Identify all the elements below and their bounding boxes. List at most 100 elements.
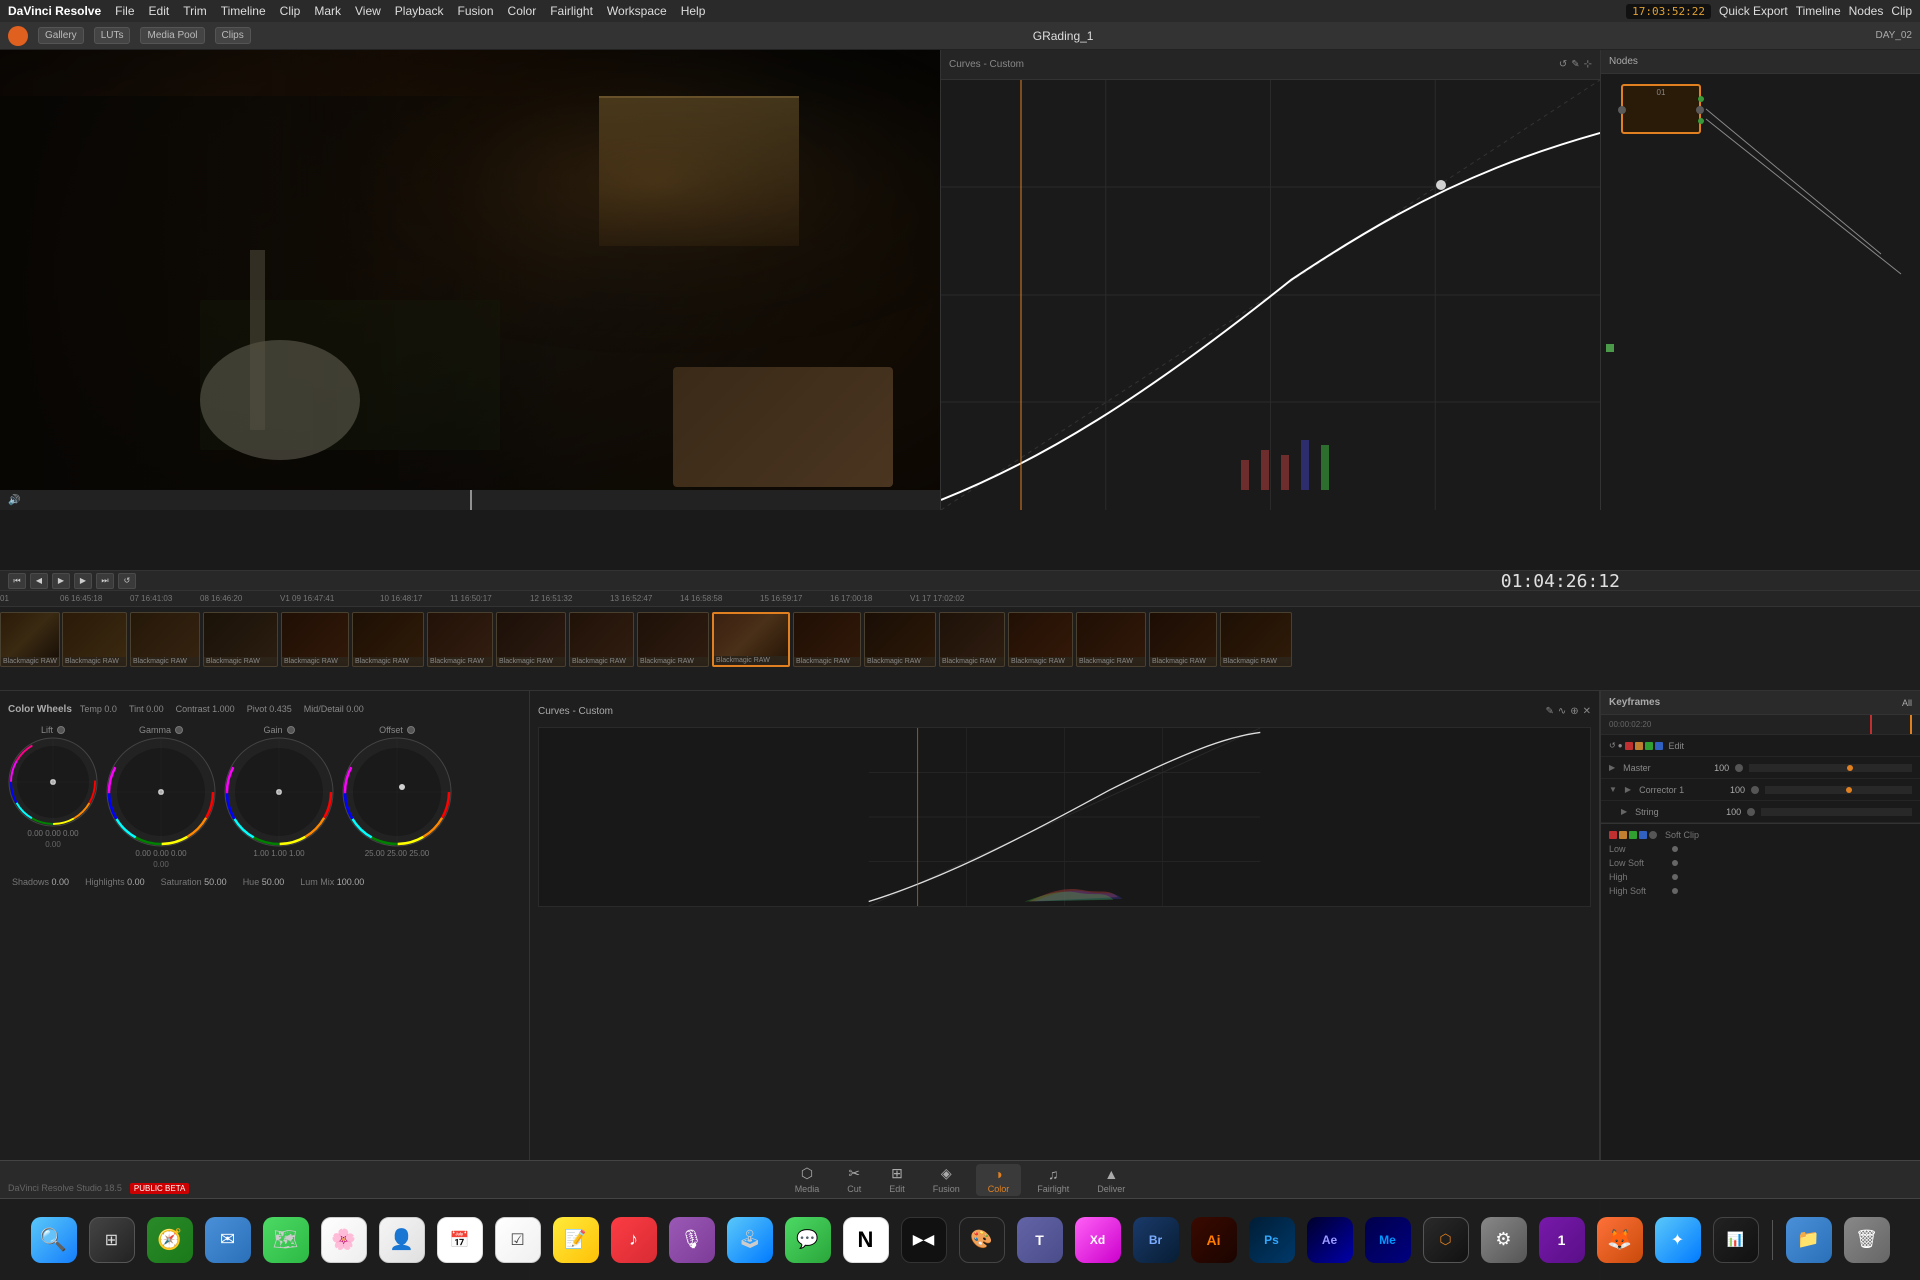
timeline-btn[interactable]: Timeline [1796,4,1841,18]
menu-trim[interactable]: Trim [183,4,207,18]
kf-corrector-dot[interactable] [1751,786,1759,794]
timeline-clip-selected[interactable]: Blackmagic RAW [712,612,790,667]
menu-edit[interactable]: Edit [149,4,170,18]
curve-reset-btn[interactable]: ↺ [1559,59,1567,70]
volume-icon[interactable]: 🔊 [8,495,20,506]
dock-contacts[interactable]: 👤 [376,1214,428,1266]
transport-prev-frame[interactable]: ◀ [30,573,48,589]
dock-mediaencoder[interactable]: Me [1362,1214,1414,1266]
dock-istat[interactable]: 📊 [1710,1214,1762,1266]
dock-figma[interactable]: 🎨 [956,1214,1008,1266]
curve-svg[interactable] [941,80,1600,510]
dock-capcut[interactable]: ▶◀ [898,1214,950,1266]
curve-area[interactable]: Curves - Custom ↺ ✎ ⊹ [940,50,1600,510]
sc-orange-btn[interactable] [1619,831,1627,839]
gain-wheel[interactable] [224,737,334,847]
dock-folder[interactable]: 📁 [1783,1214,1835,1266]
dock-notes[interactable]: 📝 [550,1214,602,1266]
kf-red-btn[interactable] [1625,742,1633,750]
cut-module-btn[interactable]: ✂ Cut [835,1163,873,1196]
kf-expand-icon[interactable]: ▶ [1609,763,1615,772]
timeline-clip[interactable]: Blackmagic RAW [352,612,424,667]
timeline-clip[interactable]: Blackmagic RAW [793,612,861,667]
dock-illustrator[interactable]: Ai [1188,1214,1240,1266]
timeline-clip[interactable]: Blackmagic RAW [427,612,493,667]
dock-reminders[interactable]: ☑ [492,1214,544,1266]
transport-next-frame[interactable]: ▶ [74,573,92,589]
color-module-btn[interactable]: ◑ Color [976,1164,1022,1196]
timeline-clip[interactable]: Blackmagic RAW [130,612,200,667]
dock-mail[interactable]: ✉ [202,1214,254,1266]
timeline-clip[interactable]: Blackmagic RAW [62,612,127,667]
fusion-module-btn[interactable]: ◈ Fusion [921,1163,972,1196]
kf-undo-icon[interactable]: ↺ [1609,741,1616,750]
lift-reset-dot[interactable] [57,726,65,734]
kf-string-track[interactable] [1761,808,1912,816]
dock-messages[interactable]: 💬 [782,1214,834,1266]
gamma-reset-dot[interactable] [175,726,183,734]
menu-app-name[interactable]: DaVinci Resolve [8,4,101,18]
curves-smooth-icon[interactable]: ∿ [1558,706,1566,717]
transport-play[interactable]: ▶ [52,573,70,589]
transport-loop[interactable]: ↺ [118,573,136,589]
dock-teams[interactable]: T [1014,1214,1066,1266]
sc-blue-btn[interactable] [1639,831,1647,839]
sc-red-btn[interactable] [1609,831,1617,839]
timeline-clip[interactable]: Blackmagic RAW [864,612,936,667]
curve-tool2[interactable]: ⊹ [1584,59,1592,70]
dock-calendar[interactable]: 📅 [434,1214,486,1266]
menu-workspace[interactable]: Workspace [607,4,667,18]
curves-delete-icon[interactable]: ✕ [1583,706,1591,717]
menu-help[interactable]: Help [681,4,706,18]
dock-xd[interactable]: Xd [1072,1214,1124,1266]
edit-module-btn[interactable]: ⊞ Edit [877,1163,917,1196]
dock-onenote[interactable]: 1 [1536,1214,1588,1266]
dock-firefox[interactable]: 🦊 [1594,1214,1646,1266]
dock-cleanmymac[interactable]: ✦ [1652,1214,1704,1266]
timeline-clip[interactable]: Blackmagic RAW [1149,612,1217,667]
dock-aftereffects[interactable]: Ae [1304,1214,1356,1266]
timeline-clip[interactable]: Blackmagic RAW [1076,612,1146,667]
kf-green-btn[interactable] [1645,742,1653,750]
media-pool-btn[interactable]: Media Pool [140,27,204,44]
curves-pencil-icon[interactable]: ✎ [1545,706,1553,717]
timeline-clip[interactable]: Blackmagic RAW [496,612,566,667]
timeline-clip[interactable]: Blackmagic RAW [637,612,709,667]
menu-fusion[interactable]: Fusion [458,4,494,18]
dock-photoshop[interactable]: Ps [1246,1214,1298,1266]
dock-podcasts[interactable]: 🎙 [666,1214,718,1266]
offset-wheel[interactable] [342,737,452,847]
curves-point-icon[interactable]: ⊕ [1570,706,1578,717]
kf-record-icon[interactable]: ● [1618,741,1623,750]
kf-blue-btn[interactable] [1655,742,1663,750]
gain-reset-dot[interactable] [287,726,295,734]
timeline-clip[interactable]: Blackmagic RAW [0,612,60,667]
timeline-ruler[interactable]: 01 06 16:45:18 07 16:41:03 08 16:46:20 V… [0,591,1920,607]
dock-launchpad[interactable]: ⊞ [86,1214,138,1266]
node-1[interactable]: 01 [1621,84,1701,134]
menu-timeline[interactable]: Timeline [221,4,266,18]
kf-orange-btn[interactable] [1635,742,1643,750]
menu-view[interactable]: View [355,4,381,18]
timeline-clips[interactable]: Blackmagic RAW Blackmagic RAW Blackmagic… [0,607,1920,672]
dock-music[interactable]: ♪ [608,1214,660,1266]
offset-reset-dot[interactable] [407,726,415,734]
curve-tool1[interactable]: ✎ [1571,59,1579,70]
sc-green-btn[interactable] [1629,831,1637,839]
menu-fairlight[interactable]: Fairlight [550,4,593,18]
dock-notion[interactable]: N [840,1214,892,1266]
quick-export-btn[interactable]: Quick Export [1719,4,1788,18]
dock-bridge[interactable]: Br [1130,1214,1182,1266]
menu-file[interactable]: File [115,4,134,18]
media-module-btn[interactable]: ⬡ Media [783,1163,832,1196]
timeline-clip[interactable]: Blackmagic RAW [281,612,349,667]
dock-davinci[interactable]: ⬡ [1420,1214,1472,1266]
menu-color[interactable]: Color [508,4,537,18]
dock-safari[interactable]: 🧭 [144,1214,196,1266]
menu-clip[interactable]: Clip [280,4,301,18]
deliver-module-btn[interactable]: ▲ Deliver [1085,1164,1137,1196]
gamma-wheel[interactable] [106,737,216,847]
nodes-btn[interactable]: Nodes [1849,4,1884,18]
dock-trash[interactable]: 🗑 [1841,1214,1893,1266]
dock-maps[interactable]: 🗺 [260,1214,312,1266]
